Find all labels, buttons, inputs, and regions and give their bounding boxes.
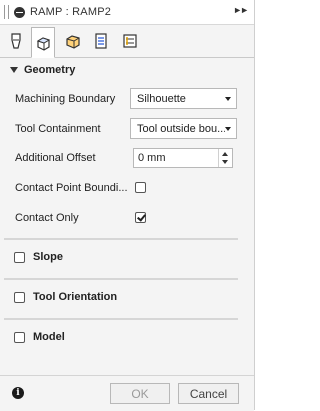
collapse-triangle-icon[interactable] <box>10 67 18 73</box>
machining-boundary-value: Silhouette <box>137 92 186 105</box>
section-divider <box>4 278 238 280</box>
contact-only-label: Contact Only <box>15 212 79 224</box>
info-icon[interactable]: i <box>12 387 24 399</box>
ok-button[interactable]: OK <box>110 383 170 404</box>
linking-icon <box>123 34 137 48</box>
machining-boundary-label: Machining Boundary <box>15 93 116 105</box>
tab-passes[interactable] <box>89 27 113 55</box>
tool-containment-select[interactable]: Tool outside bou... <box>130 118 237 139</box>
tool-containment-label: Tool Containment <box>15 123 101 135</box>
drag-grip-icon[interactable] <box>4 5 9 19</box>
tab-linking[interactable] <box>118 27 142 55</box>
machining-boundary-row: Machining Boundary Silhouette <box>0 88 254 110</box>
tab-heights[interactable] <box>61 27 85 55</box>
contact-only-checkbox[interactable] <box>135 212 146 223</box>
ramp-dialog: RAMP : RAMP2 ►► Geometry Machining Bound… <box>0 0 255 411</box>
slope-checkbox[interactable] <box>14 252 25 263</box>
decrement-icon[interactable] <box>222 160 228 164</box>
tool-containment-row: Tool Containment Tool outside bou... <box>0 118 254 140</box>
tab-bar <box>0 25 254 58</box>
tool-orientation-checkbox[interactable] <box>14 292 25 303</box>
dropdown-arrow-icon <box>225 127 231 131</box>
model-checkbox[interactable] <box>14 332 25 343</box>
section-divider <box>4 318 238 320</box>
contact-only-row: Contact Only <box>0 207 254 229</box>
slope-section-title: Slope <box>33 251 63 263</box>
dialog-footer: i OK Cancel <box>0 375 254 411</box>
slope-section-header[interactable]: Slope <box>0 248 254 268</box>
minus-circle-icon <box>14 6 25 18</box>
tab-tool[interactable] <box>4 27 28 55</box>
tool-containment-value: Tool outside bou... <box>137 122 225 135</box>
model-section-header[interactable]: Model <box>0 328 254 348</box>
tool-orientation-section-title: Tool Orientation <box>33 291 118 303</box>
section-divider <box>4 238 238 240</box>
tab-geometry[interactable] <box>31 27 55 58</box>
increment-icon[interactable] <box>222 152 228 156</box>
geometry-section-header[interactable]: Geometry <box>0 61 254 79</box>
model-section-title: Model <box>33 331 65 343</box>
geometry-icon <box>36 36 51 51</box>
geometry-section-title: Geometry <box>24 64 76 76</box>
additional-offset-stepper[interactable]: 0 mm <box>133 148 233 168</box>
tool-orientation-section-header[interactable]: Tool Orientation <box>0 288 254 308</box>
dialog-title: RAMP : RAMP2 <box>30 6 112 18</box>
additional-offset-label: Additional Offset <box>15 152 96 164</box>
machining-boundary-select[interactable]: Silhouette <box>130 88 237 109</box>
contact-point-boundary-label: Contact Point Boundi... <box>15 182 128 194</box>
cancel-button[interactable]: Cancel <box>178 383 239 404</box>
dialog-titlebar[interactable]: RAMP : RAMP2 ►► <box>0 0 254 25</box>
tool-icon <box>11 33 21 49</box>
stepper-buttons[interactable] <box>218 149 232 167</box>
additional-offset-value[interactable]: 0 mm <box>138 152 166 164</box>
dropdown-arrow-icon <box>225 97 231 101</box>
expand-panel-icon[interactable]: ►► <box>233 5 249 15</box>
heights-icon <box>66 35 80 49</box>
contact-point-boundary-row: Contact Point Boundi... <box>0 177 254 199</box>
contact-point-boundary-checkbox[interactable] <box>135 182 146 193</box>
passes-icon <box>95 33 107 49</box>
additional-offset-row: Additional Offset 0 mm <box>0 147 254 169</box>
